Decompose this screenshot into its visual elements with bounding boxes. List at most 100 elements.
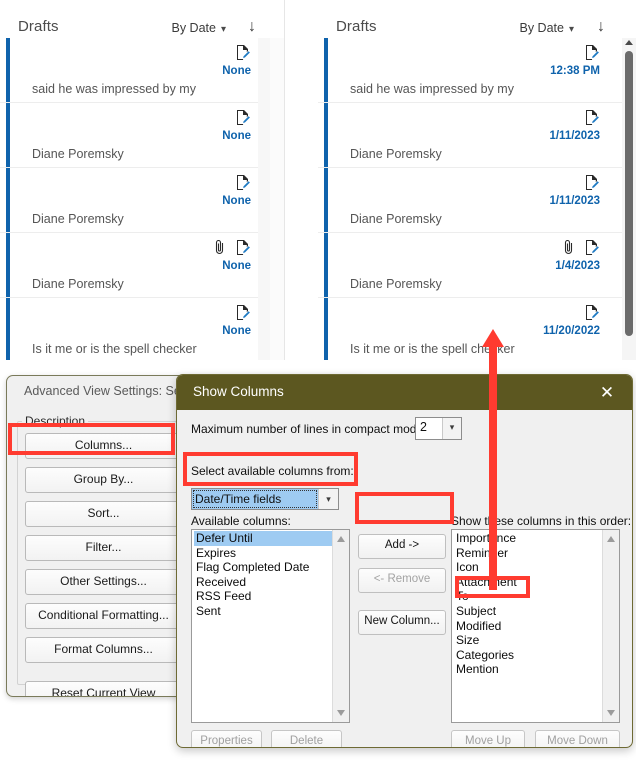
move-up-button[interactable]: Move Up [451, 730, 525, 747]
sort-dropdown[interactable]: By Date ▾ [520, 21, 575, 35]
message-preview: Is it me or is the spell checker [32, 342, 197, 356]
shown-columns-scrollbar[interactable] [602, 530, 619, 722]
screenshot-root: Drafts By Date ▾ ↓ None said he was impre… [0, 0, 636, 762]
conditional-formatting-button[interactable]: Conditional Formatting... [25, 603, 182, 629]
filter-button[interactable]: Filter... [25, 535, 182, 561]
draft-pencil-icon [586, 45, 599, 60]
shown-columns-listbox[interactable]: Importance Reminder Icon Attachment To S… [451, 529, 620, 723]
message-icons [584, 44, 600, 61]
scrollbar-thumb[interactable] [625, 51, 633, 336]
unread-indicator [324, 233, 328, 297]
draft-pencil-icon [237, 110, 250, 125]
max-lines-label: Maximum number of lines in compact mode: [191, 422, 427, 436]
list-item[interactable]: Categories [454, 648, 603, 663]
max-lines-stepper[interactable]: 2 ▾ [415, 417, 462, 440]
list-item[interactable]: RSS Feed [194, 589, 333, 604]
scroll-down-icon[interactable] [337, 710, 345, 716]
page-title: Drafts [18, 18, 59, 35]
list-item[interactable]: 1/11/2023 Diane Poremsky [318, 103, 636, 168]
list-item[interactable]: 12:38 PM said he was impressed by my [318, 38, 636, 103]
arrow-down-icon[interactable]: ↓ [597, 18, 605, 36]
list-item[interactable]: None Diane Poremsky [0, 168, 284, 233]
available-columns-scrollbar[interactable] [332, 530, 349, 722]
list-item[interactable]: None said he was impressed by my [0, 38, 284, 103]
draft-pencil-icon [586, 305, 599, 320]
list-item[interactable]: Icon [454, 560, 603, 575]
list-item[interactable]: None Is it me or is the spell checker [0, 298, 284, 360]
available-columns-items: Defer Until Expires Flag Completed Date … [192, 530, 333, 619]
delete-button[interactable]: Delete [271, 730, 342, 747]
description-group-label: Description [22, 414, 89, 428]
draft-pencil-icon [237, 175, 250, 190]
message-date: None [222, 260, 251, 272]
message-preview: Diane Poremsky [350, 277, 442, 291]
add-button[interactable]: Add -> [358, 534, 446, 559]
shown-columns-items: Importance Reminder Icon Attachment To S… [452, 530, 603, 677]
list-item[interactable]: Size [454, 633, 603, 648]
columns-button[interactable]: Columns... [25, 433, 182, 459]
message-preview: Diane Poremsky [350, 147, 442, 161]
attachment-icon [215, 239, 224, 254]
sort-dropdown[interactable]: By Date ▾ [172, 21, 227, 35]
remove-button[interactable]: <- Remove [358, 568, 446, 593]
mail-pane-left-header: Drafts By Date ▾ ↓ [0, 0, 284, 38]
scroll-down-icon[interactable] [607, 710, 615, 716]
list-item[interactable]: Defer Until [194, 531, 333, 546]
list-item[interactable]: 1/11/2023 Diane Poremsky [318, 168, 636, 233]
message-icons [235, 304, 251, 321]
list-item[interactable]: To [454, 589, 603, 604]
list-item[interactable]: None Diane Poremsky [0, 103, 284, 168]
list-item[interactable]: 11/20/2022 Is it me or is the spell chec… [318, 298, 636, 360]
message-date: None [222, 65, 251, 77]
list-item[interactable]: Importance [454, 531, 603, 546]
message-preview: said he was impressed by my [350, 82, 514, 96]
unread-indicator [6, 233, 10, 297]
message-date: 12:38 PM [550, 65, 600, 77]
chevron-down-icon[interactable]: ▾ [318, 489, 338, 509]
message-date: None [222, 195, 251, 207]
show-columns-title: Show Columns [193, 384, 284, 399]
scroll-up-icon[interactable] [625, 40, 633, 45]
message-icons [235, 109, 251, 126]
message-date: 1/4/2023 [555, 260, 600, 272]
mail-pane-right-scrollbar[interactable] [622, 38, 636, 360]
unread-indicator [6, 103, 10, 167]
chevron-down-icon: ▾ [568, 24, 574, 35]
list-item[interactable]: Attachment [454, 575, 603, 590]
message-list-left[interactable]: None said he was impressed by my None Di… [0, 38, 284, 360]
list-item[interactable]: Mention [454, 662, 603, 677]
list-item[interactable]: Received [194, 575, 333, 590]
draft-pencil-icon [586, 240, 599, 255]
unread-indicator [6, 38, 10, 102]
move-down-button[interactable]: Move Down [535, 730, 620, 747]
group-by-button[interactable]: Group By... [25, 467, 182, 493]
list-item[interactable]: Modified [454, 619, 603, 634]
chevron-down-icon[interactable]: ▾ [442, 418, 461, 439]
available-columns-source-select[interactable]: Date/Time fields ▾ [191, 488, 339, 510]
list-item[interactable]: 1/4/2023 Diane Poremsky [318, 233, 636, 298]
scroll-up-icon[interactable] [607, 536, 615, 542]
message-icons [212, 239, 251, 256]
list-item[interactable]: None Diane Poremsky [0, 233, 284, 298]
list-item[interactable]: Expires [194, 546, 333, 561]
message-date: None [222, 325, 251, 337]
new-column-button[interactable]: New Column... [358, 610, 446, 635]
reset-current-view-button[interactable]: Reset Current View [25, 681, 182, 696]
message-icons [561, 239, 600, 256]
other-settings-button[interactable]: Other Settings... [25, 569, 182, 595]
list-item[interactable]: Flag Completed Date [194, 560, 333, 575]
scroll-up-icon[interactable] [337, 536, 345, 542]
available-columns-listbox[interactable]: Defer Until Expires Flag Completed Date … [191, 529, 350, 723]
list-item[interactable]: Reminder [454, 546, 603, 561]
arrow-down-icon[interactable]: ↓ [248, 18, 256, 36]
list-item[interactable]: Sent [194, 604, 333, 619]
list-item[interactable]: Subject [454, 604, 603, 619]
properties-button[interactable]: Properties [191, 730, 262, 747]
close-icon[interactable]: ✕ [592, 381, 622, 405]
message-list-right[interactable]: 12:38 PM said he was impressed by my 1/1… [318, 38, 636, 360]
format-columns-button[interactable]: Format Columns... [25, 637, 182, 663]
message-date: 1/11/2023 [549, 195, 600, 207]
unread-indicator [324, 168, 328, 232]
mail-pane-left-scrollbar[interactable] [270, 38, 284, 360]
sort-button[interactable]: Sort... [25, 501, 182, 527]
